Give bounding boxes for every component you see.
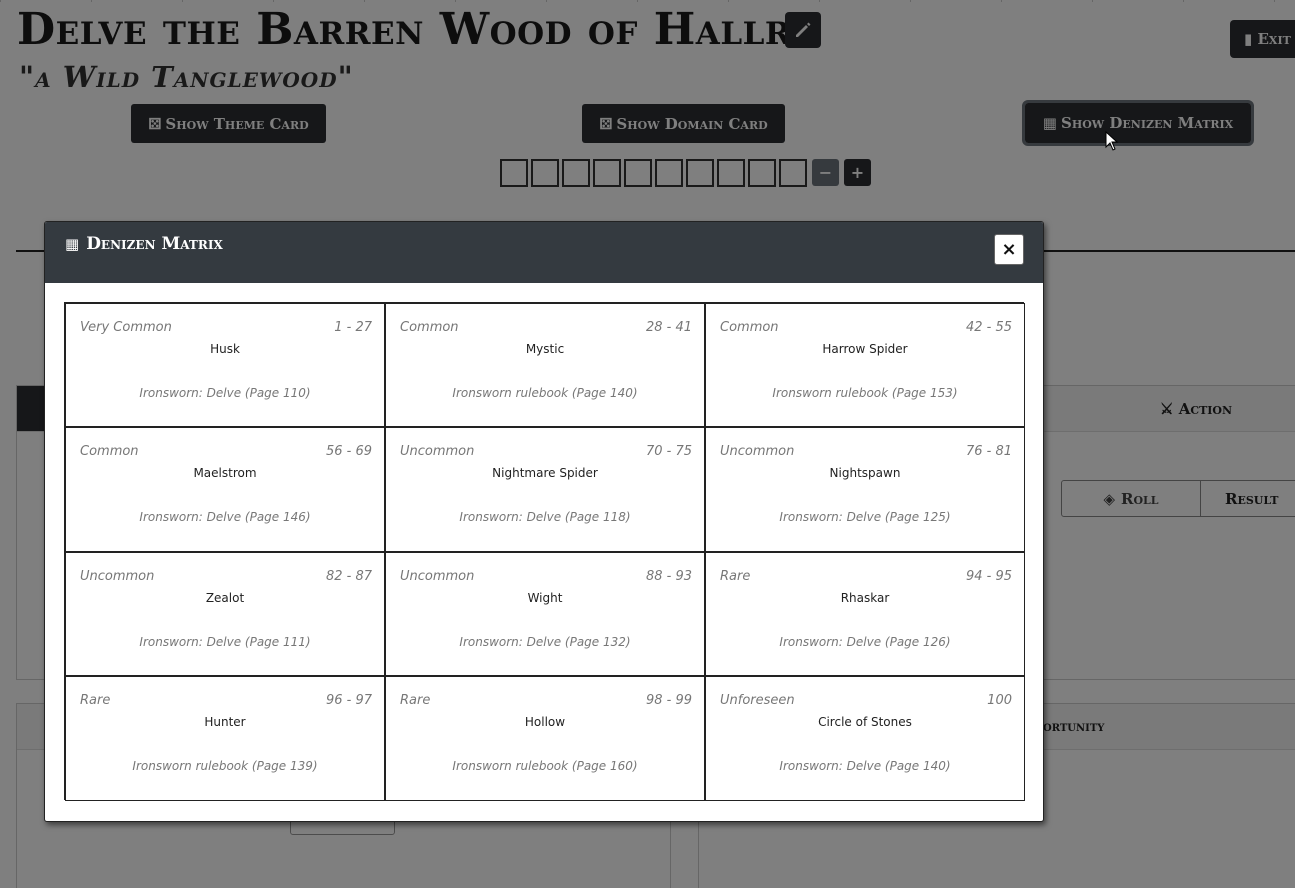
denizen-source: Ironsworn rulebook (Page 153) bbox=[772, 386, 958, 400]
denizen-source: Ironsworn: Delve (Page 110) bbox=[139, 386, 311, 400]
denizen-source: Ironsworn: Delve (Page 118) bbox=[459, 510, 631, 524]
denizen-name: Nightspawn bbox=[829, 466, 901, 480]
denizen-range: 82 - 87 bbox=[325, 569, 372, 584]
denizen-name: Rhaskar bbox=[840, 591, 890, 605]
denizen-matrix-modal: ▦ Denizen Matrix × Very Common 1 - 27 Hu… bbox=[44, 221, 1044, 822]
denizen-name: Harrow Spider bbox=[822, 342, 908, 356]
denizen-source: Ironsworn rulebook (Page 140) bbox=[452, 386, 638, 400]
denizen-range: 98 - 99 bbox=[645, 693, 692, 708]
denizen-cell[interactable]: Rare 94 - 95 Rhaskar Ironsworn: Delve (P… bbox=[705, 552, 1025, 676]
denizen-source: Ironsworn: Delve (Page 125) bbox=[779, 510, 951, 524]
denizen-name: Circle of Stones bbox=[818, 715, 912, 729]
denizen-name: Husk bbox=[210, 342, 240, 356]
denizen-range: 94 - 95 bbox=[965, 569, 1012, 584]
denizen-range: 28 - 41 bbox=[645, 320, 692, 335]
denizen-cell[interactable]: Uncommon 82 - 87 Zealot Ironsworn: Delve… bbox=[65, 552, 385, 676]
mouse-cursor-icon bbox=[1105, 131, 1119, 151]
modal-header: ▦ Denizen Matrix × bbox=[45, 222, 1043, 283]
denizen-range: 1 - 27 bbox=[334, 320, 372, 335]
denizen-frequency: Common bbox=[400, 320, 459, 335]
denizen-frequency: Common bbox=[720, 320, 779, 335]
denizen-cell[interactable]: Uncommon 88 - 93 Wight Ironsworn: Delve … bbox=[385, 552, 705, 676]
denizen-frequency: Rare bbox=[720, 569, 751, 584]
denizen-name: Hollow bbox=[524, 715, 566, 729]
denizen-cell[interactable]: Common 28 - 41 Mystic Ironsworn rulebook… bbox=[385, 303, 705, 427]
denizen-range: 88 - 93 bbox=[645, 569, 692, 584]
denizen-source: Ironsworn rulebook (Page 160) bbox=[452, 759, 638, 773]
denizen-name: Zealot bbox=[205, 591, 245, 605]
close-button[interactable]: × bbox=[994, 234, 1024, 265]
denizen-source: Ironsworn: Delve (Page 126) bbox=[779, 635, 951, 649]
denizen-cell[interactable]: Common 56 - 69 Maelstrom Ironsworn: Delv… bbox=[65, 427, 385, 552]
denizen-frequency: Very Common bbox=[80, 320, 172, 335]
denizen-frequency: Rare bbox=[400, 693, 431, 708]
denizen-source: Ironsworn: Delve (Page 111) bbox=[139, 635, 311, 649]
denizen-cell[interactable]: Common 42 - 55 Harrow Spider Ironsworn r… bbox=[705, 303, 1025, 427]
denizen-frequency: Uncommon bbox=[400, 444, 475, 459]
denizen-source: Ironsworn: Delve (Page 146) bbox=[139, 510, 311, 524]
denizen-frequency: Uncommon bbox=[400, 569, 475, 584]
denizen-source: Ironsworn: Delve (Page 132) bbox=[459, 635, 631, 649]
denizen-frequency: Common bbox=[80, 444, 139, 459]
denizen-range: 100 bbox=[987, 693, 1012, 708]
denizen-range: 56 - 69 bbox=[325, 444, 372, 459]
denizen-cell[interactable]: Unforeseen 100 Circle of Stones Ironswor… bbox=[705, 676, 1025, 801]
modal-title-text: Denizen Matrix bbox=[86, 234, 223, 254]
denizen-range: 76 - 81 bbox=[965, 444, 1012, 459]
modal-title: ▦ Denizen Matrix bbox=[65, 234, 223, 254]
denizen-cell[interactable]: Very Common 1 - 27 Husk Ironsworn: Delve… bbox=[65, 303, 385, 427]
denizen-range: 42 - 55 bbox=[965, 320, 1012, 335]
denizen-cell[interactable]: Uncommon 76 - 81 Nightspawn Ironsworn: D… bbox=[705, 427, 1025, 552]
denizen-range: 70 - 75 bbox=[645, 444, 692, 459]
denizen-source: Ironsworn: Delve (Page 140) bbox=[779, 759, 951, 773]
denizen-name: Mystic bbox=[525, 342, 565, 356]
denizen-matrix-grid: Very Common 1 - 27 Husk Ironsworn: Delve… bbox=[64, 302, 1025, 801]
grid-icon: ▦ bbox=[65, 235, 80, 253]
denizen-range: 96 - 97 bbox=[325, 693, 372, 708]
denizen-name: Wight bbox=[527, 591, 563, 605]
denizen-name: Nightmare Spider bbox=[492, 466, 598, 480]
denizen-frequency: Rare bbox=[80, 693, 111, 708]
denizen-frequency: Unforeseen bbox=[720, 693, 795, 708]
denizen-name: Hunter bbox=[204, 715, 246, 729]
denizen-cell[interactable]: Rare 98 - 99 Hollow Ironsworn rulebook (… bbox=[385, 676, 705, 801]
denizen-name: Maelstrom bbox=[193, 466, 257, 480]
denizen-source: Ironsworn rulebook (Page 139) bbox=[132, 759, 318, 773]
denizen-cell[interactable]: Rare 96 - 97 Hunter Ironsworn rulebook (… bbox=[65, 676, 385, 801]
denizen-frequency: Uncommon bbox=[720, 444, 795, 459]
denizen-frequency: Uncommon bbox=[80, 569, 155, 584]
close-icon: × bbox=[1001, 239, 1017, 260]
denizen-cell[interactable]: Uncommon 70 - 75 Nightmare Spider Ironsw… bbox=[385, 427, 705, 552]
